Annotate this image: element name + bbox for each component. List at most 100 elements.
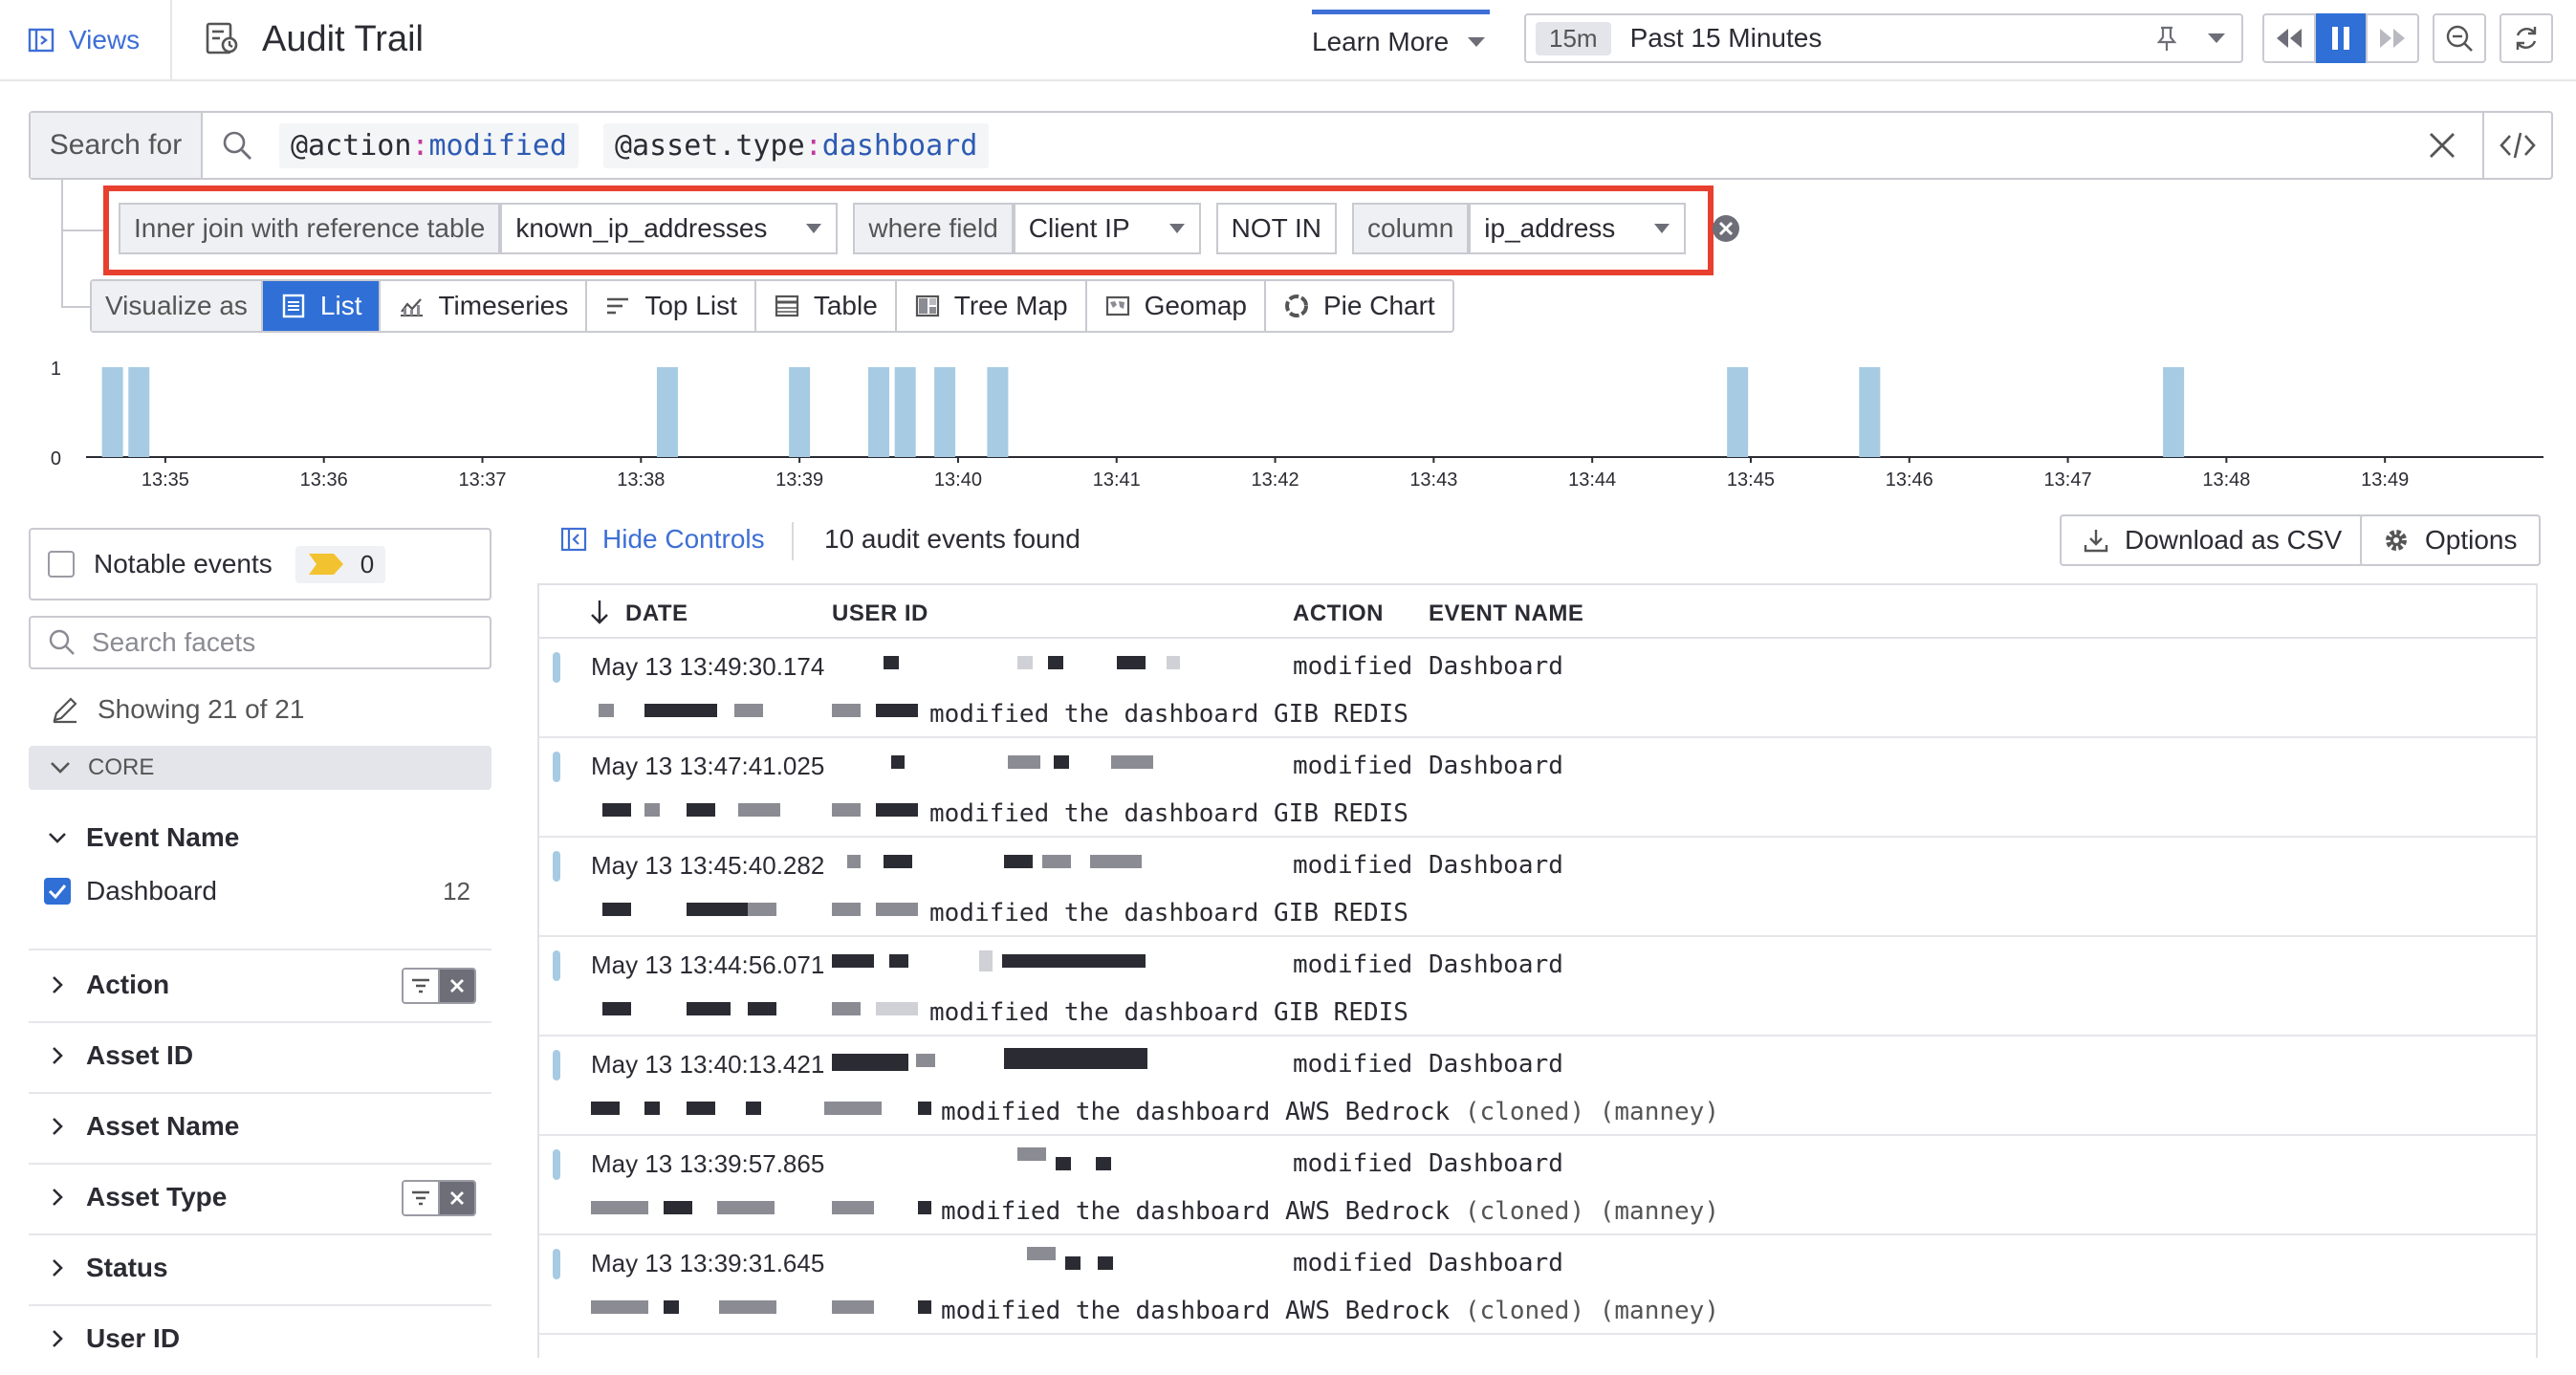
viz-tree-map-button[interactable]: Tree Map (897, 281, 1087, 331)
fast-forward-button[interactable] (2366, 13, 2419, 63)
remove-circle-icon[interactable] (1711, 213, 1741, 244)
viz-label: Table (813, 291, 878, 320)
message-extra: (cloned) (manney) (1464, 1098, 1719, 1126)
search-bar[interactable]: Search for @action:modified @asset.type:… (29, 111, 2553, 180)
pause-button[interactable] (2316, 13, 2366, 63)
views-button[interactable]: Views (27, 21, 140, 59)
showing-facets[interactable]: Showing 21 of 21 (50, 694, 304, 725)
chip-key: @asset.type (615, 128, 805, 163)
cell-date: May 13 13:49:30.174 (591, 652, 825, 681)
refresh-button[interactable] (2500, 13, 2553, 63)
core-section-header[interactable]: CORE (29, 746, 491, 790)
viz-table-button[interactable]: Table (756, 281, 897, 331)
table-row[interactable]: May 13 13:45:40.282 modified Dashboard modi… (539, 838, 2536, 937)
redacted-block (824, 1102, 882, 1115)
facet-event-name[interactable]: Event Name (29, 818, 491, 857)
histogram-bar[interactable] (101, 367, 123, 457)
column-header-date[interactable]: DATE (625, 600, 688, 627)
viz-pie-chart-button[interactable]: Pie Chart (1266, 281, 1452, 331)
table-row[interactable]: May 13 13:39:57.865 modified Dashboard modi… (539, 1136, 2536, 1235)
redacted-block (591, 1201, 648, 1214)
column-header-action[interactable]: ACTION (1293, 600, 1384, 627)
search-chip-action[interactable]: @action:modified (279, 122, 579, 168)
clear-icon[interactable] (440, 970, 474, 1002)
facet-label: Action (86, 970, 170, 999)
event-histogram[interactable]: 1 0 13:35 13:36 13:37 13:38 13:39 13:40 13:41 13:… (38, 352, 2563, 495)
reference-table-select[interactable]: known_ip_addresses (500, 203, 839, 254)
options-button[interactable]: Options (2360, 514, 2541, 566)
filter-icon[interactable] (404, 970, 440, 1002)
facet-value-dashboard[interactable]: Dashboard 12 (44, 876, 470, 906)
facet-user-id[interactable]: User ID (29, 1320, 491, 1358)
column-header-user-id[interactable]: USER ID (832, 600, 928, 627)
table-row[interactable]: May 13 13:49:30.174 modified Dashboard modi… (539, 639, 2536, 738)
search-chip-asset-type[interactable]: @asset.type:dashboard (603, 122, 990, 168)
facet-asset-name[interactable]: Asset Name (29, 1107, 491, 1146)
notable-events-checkbox[interactable] (48, 551, 75, 578)
table-row[interactable]: May 13 13:39:31.645 modified Dashboard modi… (539, 1235, 2536, 1335)
histogram-bar[interactable] (987, 367, 1009, 457)
histogram-bar[interactable] (128, 367, 150, 457)
viz-geomap-button[interactable]: Geomap (1087, 281, 1266, 331)
notable-events-filter[interactable]: Notable events 0 (29, 528, 491, 600)
redacted-block (1017, 656, 1033, 669)
histogram-bar[interactable] (868, 367, 890, 457)
time-range-badge: 15m (1536, 21, 1611, 55)
showing-facets-label: Showing 21 of 21 (98, 694, 305, 724)
download-csv-button[interactable]: Download as CSV (2060, 514, 2366, 566)
join-operator-select[interactable]: NOT IN (1215, 203, 1338, 254)
facet-asset-type-tools[interactable] (402, 1180, 476, 1216)
learn-more-dropdown[interactable]: Learn More (1312, 10, 1490, 67)
table-row[interactable]: May 13 13:47:41.025 modified Dashboard modi… (539, 738, 2536, 838)
pie-chart-icon (1284, 295, 1308, 317)
histogram-bar[interactable] (894, 367, 916, 457)
message-extra: (cloned) (manney) (1464, 1297, 1719, 1325)
clear-icon[interactable] (440, 1182, 474, 1214)
histogram-bar[interactable] (789, 367, 811, 457)
histogram-bar[interactable] (2163, 367, 2185, 457)
chevron-right-icon (53, 1330, 63, 1347)
zoom-out-button[interactable] (2433, 13, 2486, 63)
audit-trail-icon (206, 22, 238, 55)
chevron-down-icon[interactable] (2207, 32, 2226, 45)
redacted-block (1117, 656, 1146, 669)
timeseries-icon (401, 298, 424, 316)
facet-asset-id[interactable]: Asset ID (29, 1037, 491, 1075)
rewind-button[interactable] (2262, 13, 2316, 63)
redacted-block (832, 1300, 874, 1314)
x-tick-label: 13:46 (1886, 469, 1933, 491)
table-row[interactable]: May 13 13:40:13.421 modified Dashboard modi… (539, 1037, 2536, 1136)
redacted-block (1096, 1157, 1111, 1170)
viz-timeseries-button[interactable]: Timeseries (381, 281, 588, 331)
status-indicator (553, 1149, 560, 1180)
redacted-block (748, 903, 776, 916)
pin-icon[interactable] (2155, 25, 2178, 52)
redacted-block (602, 803, 631, 817)
viz-top-list-button[interactable]: Top List (587, 281, 756, 331)
close-icon[interactable] (2423, 126, 2461, 164)
query-editor-button[interactable] (2482, 113, 2551, 178)
column-header-event-name[interactable]: EVENT NAME (1429, 600, 1583, 627)
redacted-block (1008, 755, 1040, 769)
histogram-bar[interactable] (1727, 367, 1749, 457)
time-range-picker[interactable]: 15m Past 15 Minutes (1524, 13, 2243, 63)
redacted-block (832, 903, 861, 916)
histogram-bar[interactable] (934, 367, 956, 457)
sort-descending-icon[interactable] (589, 599, 610, 625)
facet-status[interactable]: Status (29, 1249, 491, 1287)
filter-icon[interactable] (404, 1182, 440, 1214)
redacted-block (717, 1201, 775, 1214)
viz-list-button[interactable]: List (262, 281, 382, 331)
facet-search-input[interactable]: Search facets (29, 616, 491, 669)
checkbox-checked[interactable] (44, 878, 71, 905)
facet-action-tools[interactable] (402, 968, 476, 1004)
join-column-select[interactable]: ip_address (1469, 203, 1687, 254)
hide-controls-button[interactable]: Hide Controls (560, 524, 765, 555)
redacted-block (876, 704, 918, 717)
redacted-block (832, 803, 861, 817)
table-row[interactable]: May 13 13:44:56.071 modified Dashboard modi… (539, 937, 2536, 1037)
histogram-bar[interactable] (656, 367, 678, 457)
join-field-select[interactable]: Client IP (1013, 203, 1201, 254)
chevron-right-icon (53, 1259, 63, 1277)
histogram-bar[interactable] (1859, 367, 1881, 457)
